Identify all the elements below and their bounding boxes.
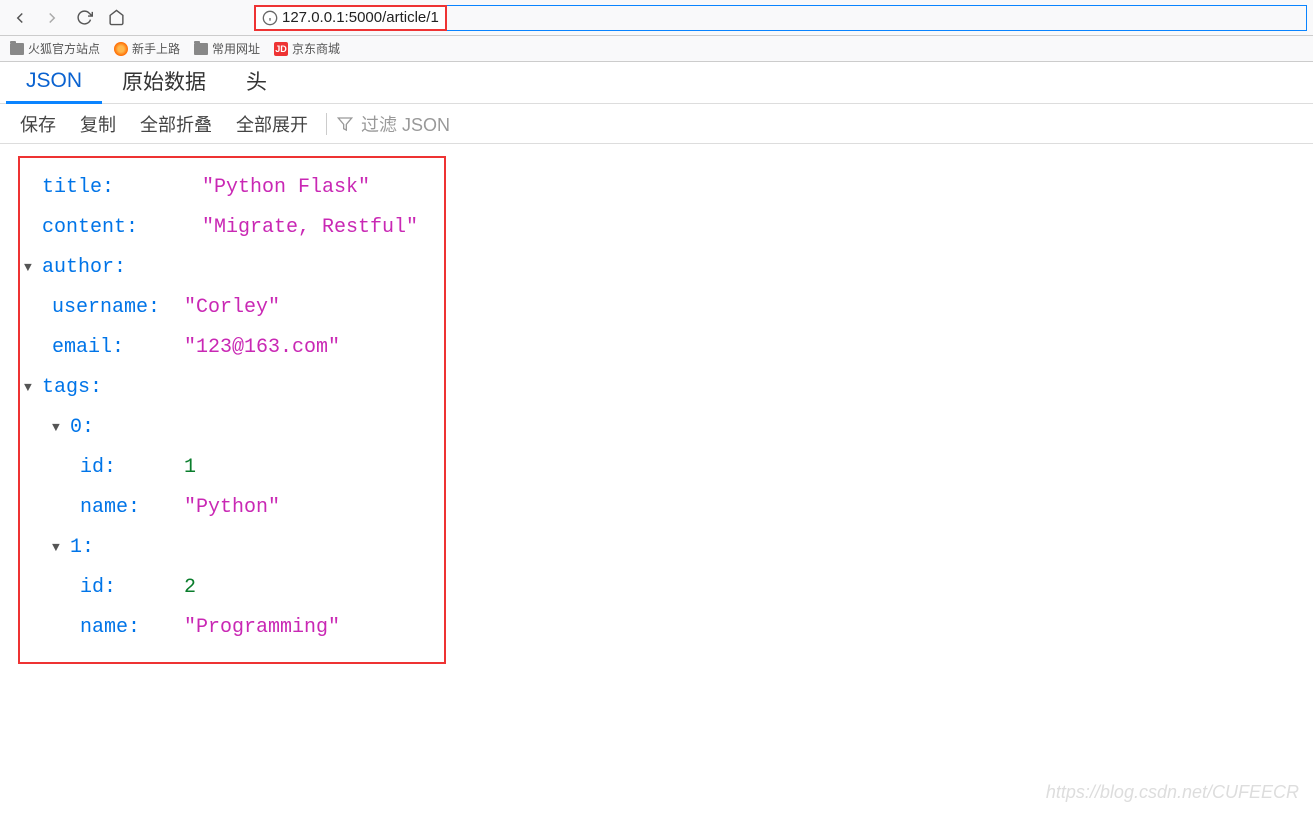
bookmark-label: 京东商城 [292, 40, 340, 57]
folder-icon [10, 43, 24, 55]
folder-icon [194, 43, 208, 55]
json-key[interactable]: content [42, 216, 126, 239]
forward-button[interactable] [38, 4, 66, 32]
json-key[interactable]: title [42, 176, 102, 199]
json-row-tag0-name: name:"Python" [80, 488, 434, 528]
info-icon [262, 10, 278, 26]
bookmark-label: 常用网址 [212, 40, 260, 57]
filter-section[interactable]: 过滤 JSON [337, 111, 450, 137]
tab-headers[interactable]: 头 [226, 58, 287, 107]
json-value: 2 [184, 568, 196, 608]
back-button[interactable] [6, 4, 34, 32]
home-button[interactable] [102, 4, 130, 32]
json-row-tag1-id: id:2 [80, 568, 434, 608]
json-row-username: username:"Corley" [52, 288, 434, 328]
json-value: "Migrate, Restful" [202, 208, 418, 248]
json-key: author [42, 248, 114, 288]
chevron-down-icon[interactable]: ▼ [24, 255, 38, 281]
json-row-tag1-name: name:"Programming" [80, 608, 434, 648]
chevron-down-icon[interactable]: ▼ [24, 375, 38, 401]
json-value: "Corley" [184, 288, 280, 328]
json-key: 0 [70, 408, 82, 448]
chevron-down-icon[interactable]: ▼ [52, 535, 66, 561]
json-value: "Python Flask" [202, 168, 370, 208]
json-row-tag0[interactable]: ▼ 0: [52, 408, 434, 448]
filter-label: 过滤 JSON [361, 111, 450, 137]
json-row-tag0-id: id:1 [80, 448, 434, 488]
json-row-email: email:"123@163.com" [52, 328, 434, 368]
json-value: "123@163.com" [184, 328, 340, 368]
copy-button[interactable]: 复制 [72, 107, 124, 141]
json-content: ▼ title:"Python Flask" ▼ content:"Migrat… [0, 144, 1313, 684]
bookmark-label: 火狐官方站点 [28, 40, 100, 57]
url-bar[interactable]: 127.0.0.1:5000/article/1 [254, 4, 1307, 32]
json-value: "Python" [184, 488, 280, 528]
json-key: 1 [70, 528, 82, 568]
bookmark-getting-started[interactable]: 新手上路 [114, 40, 180, 57]
json-row-title: ▼ title:"Python Flask" [24, 168, 434, 208]
json-key: tags [42, 368, 90, 408]
browser-toolbar: 127.0.0.1:5000/article/1 [0, 0, 1313, 36]
bookmark-common-urls[interactable]: 常用网址 [194, 40, 260, 57]
action-bar: 保存 复制 全部折叠 全部展开 过滤 JSON [0, 104, 1313, 144]
expand-all-button[interactable]: 全部展开 [228, 107, 316, 141]
filter-icon [337, 116, 353, 132]
json-value: "Programming" [184, 608, 340, 648]
reload-button[interactable] [70, 4, 98, 32]
json-key[interactable]: id [80, 456, 104, 479]
save-button[interactable]: 保存 [12, 107, 64, 141]
json-key[interactable]: email [52, 336, 112, 359]
firefox-icon [114, 42, 128, 56]
separator [326, 113, 327, 135]
json-key[interactable]: id [80, 576, 104, 599]
json-row-tags[interactable]: ▼ tags: [24, 368, 434, 408]
chevron-down-icon[interactable]: ▼ [52, 415, 66, 441]
json-key[interactable]: name [80, 496, 128, 519]
json-highlight-box: ▼ title:"Python Flask" ▼ content:"Migrat… [18, 156, 446, 664]
json-value: 1 [184, 448, 196, 488]
jd-icon: JD [274, 42, 288, 56]
url-text: 127.0.0.1:5000/article/1 [282, 9, 439, 26]
watermark: https://blog.csdn.net/CUFEECR [1046, 782, 1299, 803]
collapse-all-button[interactable]: 全部折叠 [132, 107, 220, 141]
json-row-author[interactable]: ▼ author: [24, 248, 434, 288]
tab-json[interactable]: JSON [6, 61, 102, 104]
bookmark-firefox-official[interactable]: 火狐官方站点 [10, 40, 100, 57]
json-row-tag1[interactable]: ▼ 1: [52, 528, 434, 568]
bookmark-label: 新手上路 [132, 40, 180, 57]
json-key[interactable]: name [80, 616, 128, 639]
tab-raw[interactable]: 原始数据 [102, 58, 226, 107]
url-bar-extension [447, 5, 1307, 31]
json-viewer-tabs: JSON 原始数据 头 [0, 62, 1313, 104]
json-key[interactable]: username [52, 296, 148, 319]
bookmark-jd[interactable]: JD 京东商城 [274, 40, 340, 57]
json-row-content: ▼ content:"Migrate, Restful" [24, 208, 434, 248]
